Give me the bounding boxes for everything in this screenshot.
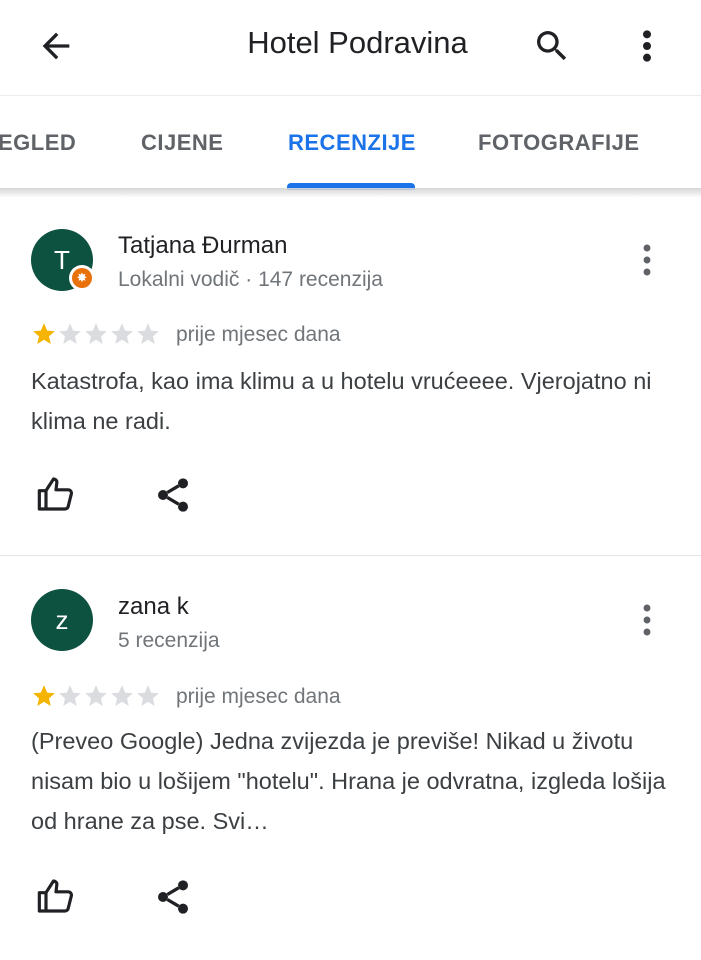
avatar-letter: T bbox=[54, 245, 70, 275]
review-card: z zana k 5 recenzija prije mjesec dana (… bbox=[0, 558, 701, 960]
star-empty-icon bbox=[137, 685, 159, 706]
tab-bar: EGLED CIJENE RECENZIJE FOTOGRAFIJE bbox=[0, 95, 701, 191]
review-more-icon[interactable] bbox=[634, 242, 660, 278]
page-title: Hotel Podravina bbox=[247, 25, 468, 60]
tab-pregled[interactable]: EGLED bbox=[0, 130, 76, 156]
tab-bar-shadow bbox=[0, 188, 701, 198]
search-icon[interactable] bbox=[532, 26, 572, 66]
review-author[interactable]: zana k bbox=[118, 593, 189, 621]
review-author-meta: Lokalni vodič · 147 recenzija bbox=[118, 268, 383, 291]
star-empty-icon bbox=[59, 685, 81, 706]
star-empty-icon bbox=[85, 685, 107, 706]
tab-fotografije[interactable]: FOTOGRAFIJE bbox=[478, 130, 640, 156]
local-guide-star-icon: ✸ bbox=[72, 268, 92, 288]
review-date: prije mjesec dana bbox=[176, 685, 341, 708]
star-filled-icon bbox=[33, 685, 55, 706]
star-empty-icon bbox=[59, 323, 81, 344]
review-text: (Preveo Google) Jedna zvijezda je previš… bbox=[31, 728, 666, 834]
thumbs-up-icon[interactable] bbox=[36, 876, 76, 916]
share-icon[interactable] bbox=[153, 877, 193, 917]
tab-cijene[interactable]: CIJENE bbox=[141, 130, 223, 156]
review-date: prije mjesec dana bbox=[176, 323, 341, 346]
review-card: T ✸ Tatjana Đurman Lokalni vodič · 147 r… bbox=[0, 198, 701, 556]
review-author[interactable]: Tatjana Đurman bbox=[118, 232, 287, 260]
review-author-meta: 5 recenzija bbox=[118, 629, 220, 652]
avatar[interactable]: z bbox=[31, 589, 93, 651]
tab-recenzije[interactable]: RECENZIJE bbox=[288, 130, 416, 156]
share-icon[interactable] bbox=[153, 475, 193, 515]
star-filled-icon bbox=[33, 323, 55, 344]
more-vert-icon[interactable] bbox=[632, 26, 662, 66]
star-empty-icon bbox=[111, 685, 133, 706]
star-empty-icon bbox=[137, 323, 159, 344]
review-more-icon[interactable] bbox=[634, 602, 660, 638]
thumbs-up-icon[interactable] bbox=[36, 474, 76, 514]
local-guide-badge: ✸ bbox=[69, 265, 95, 291]
star-empty-icon bbox=[85, 323, 107, 344]
avatar-letter: z bbox=[55, 605, 69, 635]
app-bar: Hotel Podravina bbox=[0, 0, 701, 95]
avatar[interactable]: T ✸ bbox=[31, 229, 95, 291]
star-empty-icon bbox=[111, 323, 133, 344]
review-text: Katastrofa, kao ima klimu a u hotelu vru… bbox=[31, 368, 652, 434]
